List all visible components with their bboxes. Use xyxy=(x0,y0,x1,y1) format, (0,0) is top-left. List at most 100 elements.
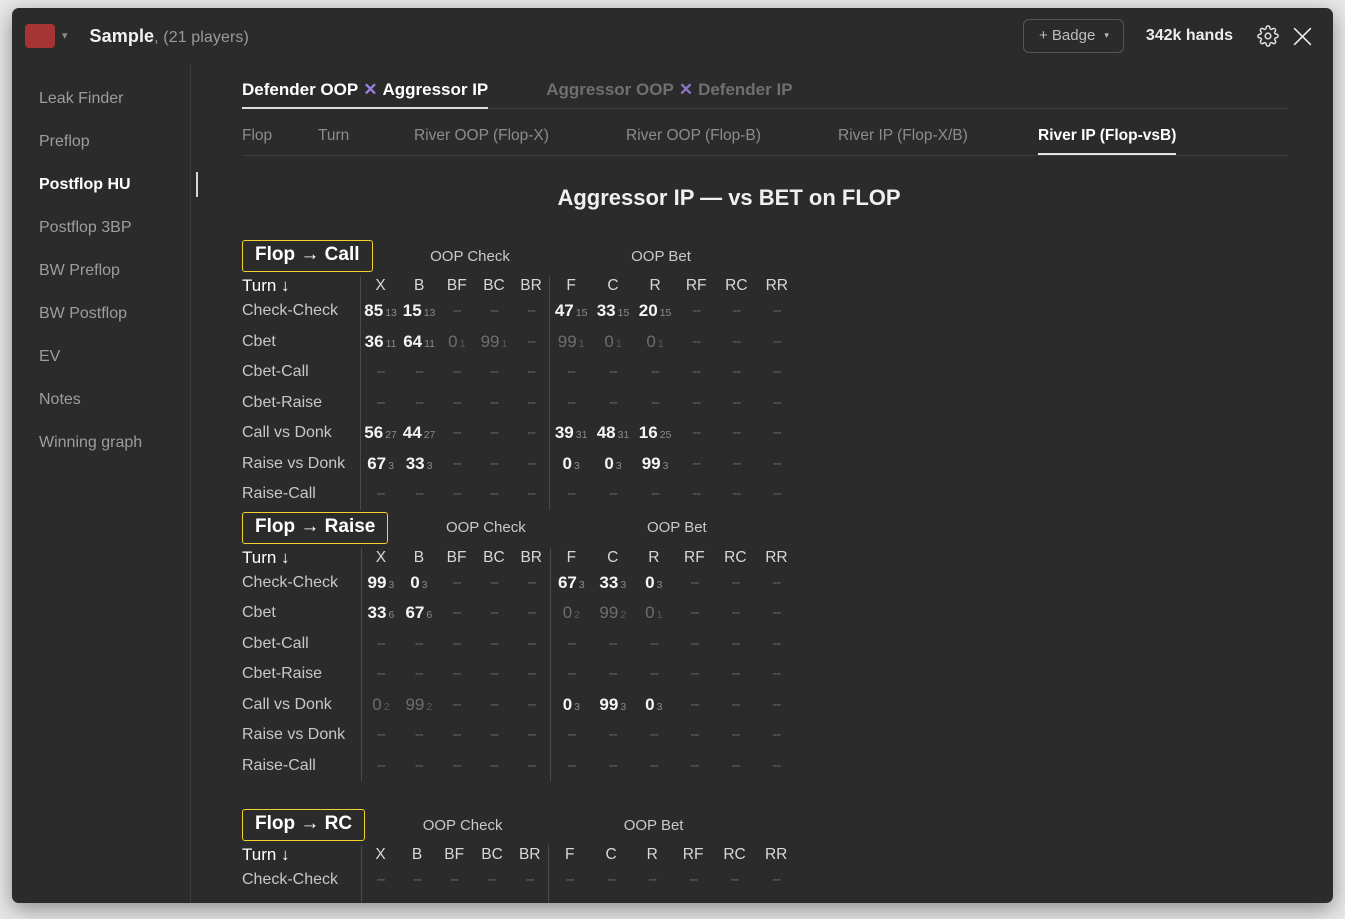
row-label: Cbet xyxy=(242,896,362,903)
cell-check-4: -- xyxy=(513,479,550,510)
turn-column-header: Turn ↓ xyxy=(242,547,290,567)
sidebar: Leak Finder Preflop Postflop HU Postflop 3B… xyxy=(12,64,198,903)
section-title: Aggressor IP — vs BET on FLOP xyxy=(557,185,901,210)
cell-check-2: -- xyxy=(438,296,475,327)
col-header-bet-R: R xyxy=(648,548,660,566)
cell-check-2: -- xyxy=(438,418,475,449)
sub-tab-river-oop-flop-x-[interactable]: River OOP (Flop-X) xyxy=(414,127,626,155)
chevron-down-icon: ▾ xyxy=(1104,30,1109,40)
col-header-bet-RF: RF xyxy=(685,277,707,294)
cell-bet-0: 39 31 xyxy=(549,418,592,449)
sidebar-item-bw-postflop[interactable]: BW Postflop xyxy=(12,292,190,335)
group-label-oop-check: OOP Check xyxy=(422,816,503,834)
empty-value: -- xyxy=(648,902,657,903)
empty-value: -- xyxy=(527,454,536,472)
stat-value: 64 xyxy=(403,331,423,351)
cell-bet-1: -- xyxy=(592,479,634,510)
cell-check-1: 15 13 xyxy=(400,296,439,327)
col-header-bet-RR: RR xyxy=(764,846,788,863)
cell-bet-1: -- xyxy=(590,896,632,903)
cell-check-3: -- xyxy=(475,751,512,782)
cell-bet-4: -- xyxy=(715,659,756,690)
col-header-check-X: X xyxy=(360,547,400,568)
chevron-down-icon[interactable]: ▾ xyxy=(62,30,68,42)
cell-bet-2: 20 15 xyxy=(634,296,676,327)
empty-value: -- xyxy=(414,756,424,774)
empty-value: -- xyxy=(608,665,618,683)
empty-value: -- xyxy=(692,332,701,350)
cell-bet-4: -- xyxy=(716,357,756,388)
empty-value: -- xyxy=(489,302,499,320)
table-row[interactable]: Cbet-Call -- -- -- -- -- -- -- -- -- -- -- xyxy=(242,628,797,659)
empty-value: -- xyxy=(731,756,740,774)
table-row[interactable]: Call vs Donk 0 2 99 2 -- -- -- 0 3 99 3 0 3 -- -- -- xyxy=(242,689,797,721)
sidebar-item-label: Leak Finder xyxy=(39,89,124,107)
top-tab-2[interactable]: Aggressor OOP ✕ Defender IP xyxy=(546,80,792,109)
empty-value: -- xyxy=(772,302,782,320)
table-row[interactable]: Check-Check -- -- -- -- -- -- -- -- -- -- -- xyxy=(242,865,797,896)
cell-check-3: -- xyxy=(475,659,512,690)
cell-check-1: -- xyxy=(399,896,436,903)
grid-scenario-chip[interactable]: Flop → Call xyxy=(242,240,373,272)
sidebar-item-label: BW Postflop xyxy=(39,304,128,322)
empty-value: -- xyxy=(489,634,499,652)
col-header-bet-R: R xyxy=(646,846,658,863)
sidebar-item-leak-finder[interactable]: Leak Finder xyxy=(12,77,190,120)
table-row[interactable]: Raise-Call -- -- -- -- -- -- -- -- -- -- -- xyxy=(242,479,797,510)
empty-value: -- xyxy=(415,363,424,381)
table-row[interactable]: Cbet 36 11 64 11 0 1 99 1 -- 99 1 0 1 0 1 -- -- -- xyxy=(242,326,797,357)
cell-check-1: 33 3 xyxy=(400,449,439,480)
empty-value: -- xyxy=(772,756,781,774)
table-row[interactable]: Cbet-Raise -- -- -- -- -- -- -- -- -- -- -- xyxy=(242,387,797,418)
cell-check-3: -- xyxy=(475,690,512,721)
cell-check-3: -- xyxy=(473,896,511,903)
sidebar-item-bw-preflop[interactable]: BW Preflop xyxy=(12,249,190,292)
table-row[interactable]: Cbet-Call -- -- -- -- -- -- -- -- -- -- -- xyxy=(242,357,797,388)
stat-value: 67 xyxy=(405,603,425,623)
grid-scenario-chip[interactable]: Flop → RC xyxy=(242,809,366,841)
table-row[interactable]: Check-Check 99 3 0 3 -- -- -- 67 3 33 3 0 3 -- -- -- xyxy=(242,567,797,599)
table-row[interactable]: Raise-Call -- -- -- -- -- -- -- -- -- -- -- xyxy=(242,750,797,782)
table-row[interactable]: Raise vs Donk -- -- -- -- -- -- -- -- -- -- -- xyxy=(242,720,797,751)
sidebar-item-winning-graph[interactable]: Winning graph xyxy=(12,421,190,464)
empty-value: -- xyxy=(489,695,499,713)
col-header-bet-RC: RC xyxy=(725,277,748,294)
cell-check-0: -- xyxy=(361,895,399,903)
settings-button[interactable] xyxy=(1251,19,1285,53)
table-row[interactable]: Cbet 33 6 67 6 -- -- -- 0 2 99 2 0 1 -- -- -- xyxy=(242,598,797,629)
sub-tab-river-ip-flop-vsb-[interactable]: River IP (Flop-vsB) xyxy=(1038,127,1177,155)
table-row[interactable]: Call vs Donk 56 27 44 27 -- -- -- 39 31 48 31 16 25 --… xyxy=(242,418,797,449)
sub-tab-river-ip-flop-x-b-[interactable]: River IP (Flop-X/B) xyxy=(838,127,1038,155)
empty-value: -- xyxy=(413,902,422,903)
empty-value: -- xyxy=(649,756,659,774)
sub-tab-river-oop-flop-b-[interactable]: River OOP (Flop-B) xyxy=(626,127,838,155)
empty-value: -- xyxy=(692,302,701,320)
sidebar-item-postflop-hu[interactable]: Postflop HU xyxy=(12,163,198,206)
stat-value: 0 xyxy=(604,453,614,473)
table-row[interactable]: Cbet -- -- -- -- -- -- -- -- -- -- -- xyxy=(242,895,797,903)
empty-value: -- xyxy=(452,485,462,503)
empty-value: -- xyxy=(692,424,701,442)
sidebar-item-postflop-3bp[interactable]: Postflop 3BP xyxy=(12,206,190,249)
color-swatch[interactable] xyxy=(25,24,55,48)
sub-tab-turn[interactable]: Turn xyxy=(318,127,414,155)
col-header-check-BF: BF xyxy=(444,846,465,863)
add-badge-button[interactable]: + Badge ▾ xyxy=(1023,19,1124,53)
sidebar-item-notes[interactable]: Notes xyxy=(12,378,190,421)
empty-value: -- xyxy=(772,604,781,622)
cell-check-2: -- xyxy=(438,357,475,388)
cell-check-1: 67 6 xyxy=(400,598,438,629)
top-tab-1[interactable]: Defender OOP ✕ Aggressor IP xyxy=(242,80,489,109)
cell-bet-0: -- xyxy=(549,387,592,418)
table-row[interactable]: Check-Check 85 13 15 13 -- -- -- 47 15 33 15 20 15 -- -… xyxy=(242,296,797,327)
close-button[interactable] xyxy=(1285,19,1319,53)
table-row[interactable]: Cbet-Raise -- -- -- -- -- -- -- -- -- -- -- xyxy=(242,659,797,690)
empty-value: -- xyxy=(732,302,741,320)
grid-block-header: Flop → Call OOP Check OOP Bet xyxy=(242,238,797,274)
sidebar-item-ev[interactable]: EV xyxy=(12,335,190,378)
grid-scenario-chip[interactable]: Flop → Raise xyxy=(242,511,389,544)
sidebar-item-preflop[interactable]: Preflop xyxy=(12,120,190,163)
cell-bet-2: 03 xyxy=(634,568,674,599)
table-row[interactable]: Raise vs Donk 67 3 33 3 -- -- -- 0 3 0 3 99 3 -- -- -- xyxy=(242,448,797,480)
sub-tab-flop[interactable]: Flop xyxy=(242,127,318,155)
